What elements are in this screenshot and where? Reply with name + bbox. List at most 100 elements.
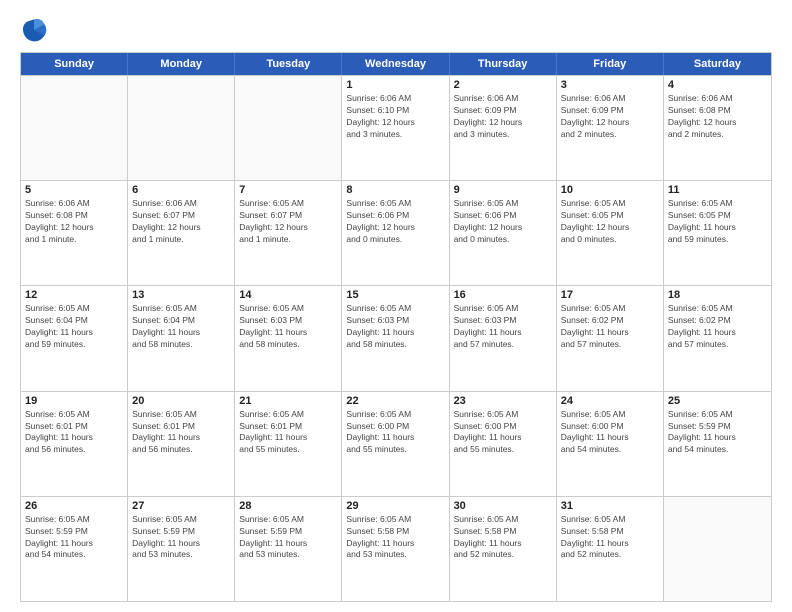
- day-cell-5: 5 Sunrise: 6:06 AM Sunset: 6:08 PM Daylig…: [21, 181, 128, 285]
- day-info: Sunrise: 6:05 AM Sunset: 6:02 PM Dayligh…: [668, 303, 767, 351]
- day-number: 21: [239, 395, 337, 407]
- empty-cell-4-6: [664, 497, 771, 601]
- day-info: Sunrise: 6:05 AM Sunset: 6:06 PM Dayligh…: [346, 198, 444, 246]
- day-info: Sunrise: 6:05 AM Sunset: 6:01 PM Dayligh…: [132, 409, 230, 457]
- day-cell-9: 9Sunrise: 6:05 AM Sunset: 6:06 PM Daylig…: [450, 181, 557, 285]
- day-number: 5: [25, 184, 123, 196]
- day-number: 12: [25, 289, 123, 301]
- day-info: Sunrise: 6:05 AM Sunset: 6:01 PM Dayligh…: [25, 409, 123, 457]
- day-cell-27: 27Sunrise: 6:05 AM Sunset: 5:59 PM Dayli…: [128, 497, 235, 601]
- day-cell-7: 7 Sunrise: 6:05 AM Sunset: 6:07 PM Daylig…: [235, 181, 342, 285]
- day-number: 26: [25, 500, 123, 512]
- calendar-row-2: 12 Sunrise: 6:05 AM Sunset: 6:04 PM Dayli…: [21, 285, 771, 390]
- day-number: 13: [132, 289, 230, 301]
- weekday-header-friday: Friday: [557, 53, 664, 75]
- day-cell-10: 10 Sunrise: 6:05 AM Sunset: 6:05 PM Dayli…: [557, 181, 664, 285]
- day-cell-8: 8 Sunrise: 6:05 AM Sunset: 6:06 PM Daylig…: [342, 181, 449, 285]
- day-cell-14: 14 Sunrise: 6:05 AM Sunset: 6:03 PM Dayli…: [235, 286, 342, 390]
- day-info: Sunrise: 6:06 AM Sunset: 6:09 PM Dayligh…: [454, 93, 552, 141]
- day-cell-17: 17Sunrise: 6:05 AM Sunset: 6:02 PM Dayli…: [557, 286, 664, 390]
- day-cell-13: 13 Sunrise: 6:05 AM Sunset: 6:04 PM Dayli…: [128, 286, 235, 390]
- day-info: Sunrise: 6:05 AM Sunset: 6:03 PM Dayligh…: [454, 303, 552, 351]
- day-number: 23: [454, 395, 552, 407]
- day-info: Sunrise: 6:05 AM Sunset: 6:00 PM Dayligh…: [561, 409, 659, 457]
- day-number: 17: [561, 289, 659, 301]
- weekday-header-thursday: Thursday: [450, 53, 557, 75]
- day-info: Sunrise: 6:05 AM Sunset: 5:59 PM Dayligh…: [25, 514, 123, 562]
- day-number: 30: [454, 500, 552, 512]
- day-info: Sunrise: 6:05 AM Sunset: 6:04 PM Dayligh…: [132, 303, 230, 351]
- empty-cell-0-2: [235, 76, 342, 180]
- day-info: Sunrise: 6:05 AM Sunset: 5:59 PM Dayligh…: [668, 409, 767, 457]
- day-cell-22: 22 Sunrise: 6:05 AM Sunset: 6:00 PM Dayli…: [342, 392, 449, 496]
- calendar: SundayMondayTuesdayWednesdayThursdayFrid…: [20, 52, 772, 602]
- calendar-row-4: 26 Sunrise: 6:05 AM Sunset: 5:59 PM Dayli…: [21, 496, 771, 601]
- day-info: Sunrise: 6:05 AM Sunset: 6:06 PM Dayligh…: [454, 198, 552, 246]
- day-number: 7: [239, 184, 337, 196]
- day-info: Sunrise: 6:06 AM Sunset: 6:10 PM Dayligh…: [346, 93, 444, 141]
- weekday-header-saturday: Saturday: [664, 53, 771, 75]
- day-info: Sunrise: 6:05 AM Sunset: 5:59 PM Dayligh…: [239, 514, 337, 562]
- day-cell-3: 3Sunrise: 6:06 AM Sunset: 6:09 PM Daylig…: [557, 76, 664, 180]
- day-cell-18: 18 Sunrise: 6:05 AM Sunset: 6:02 PM Dayli…: [664, 286, 771, 390]
- day-cell-26: 26 Sunrise: 6:05 AM Sunset: 5:59 PM Dayli…: [21, 497, 128, 601]
- day-info: Sunrise: 6:05 AM Sunset: 5:58 PM Dayligh…: [346, 514, 444, 562]
- weekday-header-monday: Monday: [128, 53, 235, 75]
- day-cell-1: 1 Sunrise: 6:06 AM Sunset: 6:10 PM Daylig…: [342, 76, 449, 180]
- day-number: 16: [454, 289, 552, 301]
- day-cell-2: 2Sunrise: 6:06 AM Sunset: 6:09 PM Daylig…: [450, 76, 557, 180]
- day-cell-19: 19 Sunrise: 6:05 AM Sunset: 6:01 PM Dayli…: [21, 392, 128, 496]
- empty-cell-0-0: [21, 76, 128, 180]
- day-cell-23: 23Sunrise: 6:05 AM Sunset: 6:00 PM Dayli…: [450, 392, 557, 496]
- day-info: Sunrise: 6:05 AM Sunset: 5:59 PM Dayligh…: [132, 514, 230, 562]
- day-number: 19: [25, 395, 123, 407]
- day-number: 22: [346, 395, 444, 407]
- day-info: Sunrise: 6:05 AM Sunset: 6:01 PM Dayligh…: [239, 409, 337, 457]
- day-number: 20: [132, 395, 230, 407]
- day-cell-6: 6Sunrise: 6:06 AM Sunset: 6:07 PM Daylig…: [128, 181, 235, 285]
- day-info: Sunrise: 6:06 AM Sunset: 6:09 PM Dayligh…: [561, 93, 659, 141]
- day-cell-24: 24 Sunrise: 6:05 AM Sunset: 6:00 PM Dayli…: [557, 392, 664, 496]
- calendar-body: 1 Sunrise: 6:06 AM Sunset: 6:10 PM Daylig…: [21, 75, 771, 601]
- calendar-header: SundayMondayTuesdayWednesdayThursdayFrid…: [21, 53, 771, 75]
- day-number: 29: [346, 500, 444, 512]
- day-number: 28: [239, 500, 337, 512]
- weekday-header-sunday: Sunday: [21, 53, 128, 75]
- day-info: Sunrise: 6:05 AM Sunset: 6:03 PM Dayligh…: [346, 303, 444, 351]
- day-cell-31: 31 Sunrise: 6:05 AM Sunset: 5:58 PM Dayli…: [557, 497, 664, 601]
- day-cell-25: 25 Sunrise: 6:05 AM Sunset: 5:59 PM Dayli…: [664, 392, 771, 496]
- day-cell-30: 30 Sunrise: 6:05 AM Sunset: 5:58 PM Dayli…: [450, 497, 557, 601]
- day-info: Sunrise: 6:06 AM Sunset: 6:08 PM Dayligh…: [25, 198, 123, 246]
- day-info: Sunrise: 6:05 AM Sunset: 6:07 PM Dayligh…: [239, 198, 337, 246]
- page: SundayMondayTuesdayWednesdayThursdayFrid…: [0, 0, 792, 612]
- day-number: 31: [561, 500, 659, 512]
- empty-cell-0-1: [128, 76, 235, 180]
- day-cell-11: 11Sunrise: 6:05 AM Sunset: 6:05 PM Dayli…: [664, 181, 771, 285]
- day-cell-15: 15Sunrise: 6:05 AM Sunset: 6:03 PM Dayli…: [342, 286, 449, 390]
- day-number: 25: [668, 395, 767, 407]
- day-number: 24: [561, 395, 659, 407]
- calendar-row-1: 5 Sunrise: 6:06 AM Sunset: 6:08 PM Daylig…: [21, 180, 771, 285]
- day-cell-4: 4Sunrise: 6:06 AM Sunset: 6:08 PM Daylig…: [664, 76, 771, 180]
- calendar-row-3: 19 Sunrise: 6:05 AM Sunset: 6:01 PM Dayli…: [21, 391, 771, 496]
- day-number: 10: [561, 184, 659, 196]
- day-number: 18: [668, 289, 767, 301]
- day-cell-16: 16 Sunrise: 6:05 AM Sunset: 6:03 PM Dayli…: [450, 286, 557, 390]
- day-number: 6: [132, 184, 230, 196]
- weekday-header-wednesday: Wednesday: [342, 53, 449, 75]
- day-cell-20: 20 Sunrise: 6:05 AM Sunset: 6:01 PM Dayli…: [128, 392, 235, 496]
- day-info: Sunrise: 6:05 AM Sunset: 6:03 PM Dayligh…: [239, 303, 337, 351]
- day-number: 1: [346, 79, 444, 91]
- day-cell-12: 12 Sunrise: 6:05 AM Sunset: 6:04 PM Dayli…: [21, 286, 128, 390]
- day-info: Sunrise: 6:05 AM Sunset: 6:05 PM Dayligh…: [561, 198, 659, 246]
- header: [20, 16, 772, 44]
- logo-icon: [20, 16, 48, 44]
- day-info: Sunrise: 6:05 AM Sunset: 6:04 PM Dayligh…: [25, 303, 123, 351]
- day-info: Sunrise: 6:05 AM Sunset: 6:05 PM Dayligh…: [668, 198, 767, 246]
- day-info: Sunrise: 6:05 AM Sunset: 5:58 PM Dayligh…: [561, 514, 659, 562]
- day-number: 8: [346, 184, 444, 196]
- day-info: Sunrise: 6:05 AM Sunset: 6:00 PM Dayligh…: [346, 409, 444, 457]
- day-info: Sunrise: 6:05 AM Sunset: 5:58 PM Dayligh…: [454, 514, 552, 562]
- day-number: 14: [239, 289, 337, 301]
- weekday-header-tuesday: Tuesday: [235, 53, 342, 75]
